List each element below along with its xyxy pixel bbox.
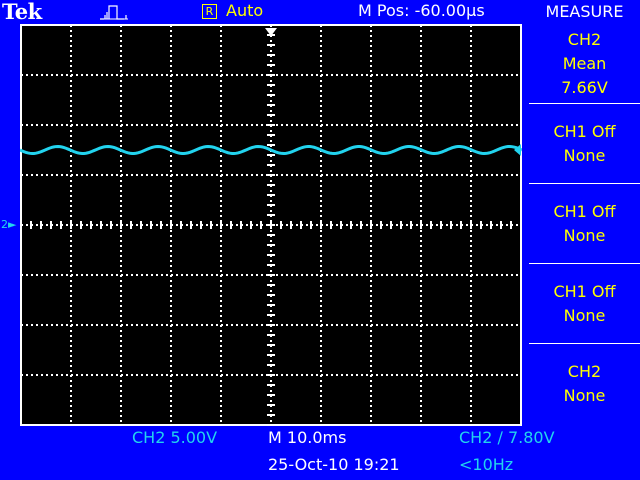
trigger-mode-label: Auto bbox=[226, 1, 264, 20]
measure-slot-1-button[interactable]: CH2 Mean 7.66V bbox=[529, 24, 640, 104]
measure-slot-3-type: None bbox=[563, 225, 606, 245]
measure-side-menu: MEASURE CH2 Mean 7.66V CH1 Off None CH1 … bbox=[529, 0, 640, 425]
trigger-mode-badge: R bbox=[202, 4, 217, 19]
top-status-bar: Tek R Auto M Pos: -60.00µs bbox=[0, 0, 530, 24]
trigger-position-arrow-icon bbox=[265, 28, 277, 36]
ch2-ground-marker: 2► bbox=[1, 218, 17, 231]
measure-slot-5-source: CH2 bbox=[567, 362, 602, 381]
timebase-readout: M 10.0ms bbox=[268, 428, 347, 447]
measure-slot-4-type: None bbox=[563, 305, 606, 325]
measure-slot-3-source: CH1 Off bbox=[553, 201, 616, 221]
measure-slot-2-type: None bbox=[563, 145, 606, 165]
trigger-readout: CH2 ∕ 7.80V bbox=[459, 428, 555, 447]
measure-slot-2-source: CH1 Off bbox=[553, 121, 616, 141]
measure-slot-2-button[interactable]: CH1 Off None bbox=[529, 104, 640, 184]
measure-menu-title: MEASURE bbox=[545, 2, 624, 21]
horizontal-position-readout: M Pos: -60.00µs bbox=[358, 1, 485, 20]
measure-slot-1-source: CH2 bbox=[567, 29, 602, 49]
measure-slot-5-button[interactable]: CH2 None bbox=[529, 344, 640, 424]
ch2-vertical-scale: CH2 5.00V bbox=[132, 428, 218, 447]
measure-slot-3-button[interactable]: CH1 Off None bbox=[529, 184, 640, 264]
measure-slot-5-type: None bbox=[563, 386, 606, 405]
measure-slot-4-source: CH1 Off bbox=[553, 281, 616, 301]
ch2-waveform-trace bbox=[20, 144, 522, 156]
measure-slot-1-value: 7.66V bbox=[561, 77, 608, 97]
measure-slot-4-button[interactable]: CH1 Off None bbox=[529, 264, 640, 344]
graticule bbox=[20, 24, 522, 426]
run-pulse-icon bbox=[100, 3, 130, 25]
trigger-frequency-readout: <10Hz bbox=[459, 455, 514, 474]
date-time-readout: 25-Oct-10 19:21 bbox=[268, 455, 400, 474]
brand-logo: Tek bbox=[2, 0, 42, 24]
measure-slot-1-type: Mean bbox=[562, 53, 607, 73]
oscilloscope-screen bbox=[20, 24, 522, 426]
